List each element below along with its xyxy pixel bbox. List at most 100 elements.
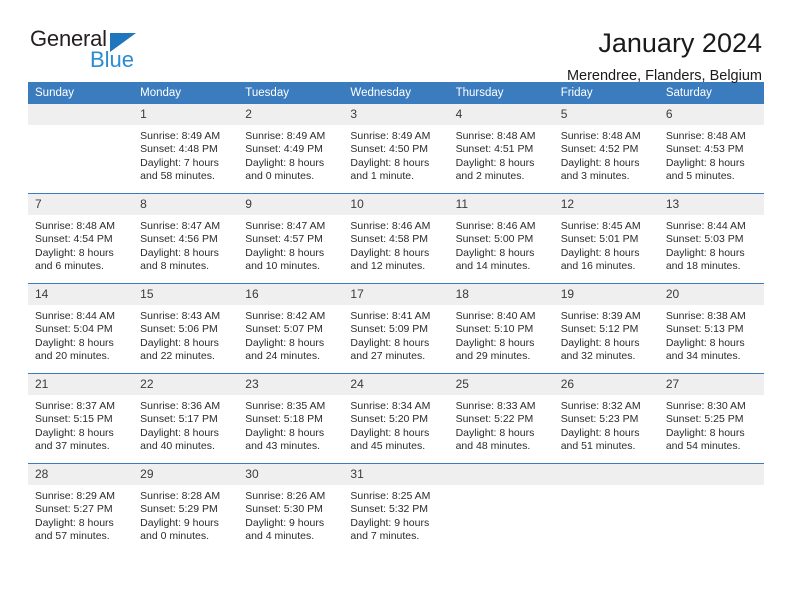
day-number: 7 [28,194,134,215]
day-number: 12 [553,194,659,215]
day-detail-line: Sunrise: 8:44 AM [665,220,746,232]
day-cell[interactable]: 14 Sunrise: 8:44 AM Sunset: 5:04 PM Dayligh… [28,283,134,374]
day-detail-line: and 40 minutes. [140,440,215,453]
day-detail-line: Sunset: 5:30 PM [245,503,323,516]
day-cell[interactable]: 12 Sunrise: 8:45 AM Sunset: 5:01 PM Dayligh… [553,193,659,284]
day-detail-line: Daylight: 8 hours [140,246,219,259]
day-detail-line: Sunrise: 8:28 AM [140,490,221,502]
weekday-header-wednesday: Wednesday [343,82,449,104]
day-detail-line: Sunrise: 8:30 AM [665,400,746,412]
day-cell[interactable]: 16 Sunrise: 8:42 AM Sunset: 5:07 PM Dayligh… [238,283,344,374]
day-detail-line: Sunrise: 8:37 AM [35,400,115,412]
day-details: Sunrise: 8:48 AM Sunset: 4:51 PM Daylight:… [449,125,554,184]
day-cell[interactable]: 15 Sunrise: 8:43 AM Sunset: 5:06 PM Dayligh… [133,283,239,374]
day-details: Sunrise: 8:47 AM Sunset: 4:57 PM Daylight:… [238,215,343,274]
day-detail-line: Sunset: 4:52 PM [560,143,639,156]
day-cell-empty [28,104,134,194]
day-number: 22 [133,374,239,395]
day-number: 17 [343,284,449,305]
day-cell[interactable]: 19 Sunrise: 8:39 AM Sunset: 5:12 PM Dayligh… [553,283,659,374]
day-cell[interactable]: 30 Sunrise: 8:26 AM Sunset: 5:30 PM Dayligh… [238,463,344,553]
day-detail-line: Sunset: 5:25 PM [665,413,744,426]
day-cell[interactable]: 26 Sunrise: 8:32 AM Sunset: 5:23 PM Dayligh… [553,373,659,464]
day-detail-line: Daylight: 8 hours [350,426,430,439]
day-detail-line: Daylight: 8 hours [560,336,640,349]
day-detail-line: Sunset: 4:56 PM [140,233,218,246]
day-detail-line: Sunset: 5:27 PM [35,503,113,516]
day-cell[interactable]: 9 Sunrise: 8:47 AM Sunset: 4:57 PM Daylight… [238,193,344,284]
day-cell[interactable]: 25 Sunrise: 8:33 AM Sunset: 5:22 PM Dayligh… [448,373,554,464]
day-detail-line: Sunset: 5:32 PM [350,503,429,516]
day-number: 28 [28,464,134,485]
day-cell-empty [658,463,764,553]
day-cell[interactable]: 4 Sunrise: 8:48 AM Sunset: 4:51 PM Daylight… [448,104,554,194]
day-cell[interactable]: 18 Sunrise: 8:40 AM Sunset: 5:10 PM Dayligh… [448,283,554,374]
day-detail-line: Sunrise: 8:48 AM [665,130,746,142]
day-number: 10 [343,194,449,215]
day-cell[interactable]: 8 Sunrise: 8:47 AM Sunset: 4:56 PM Daylight… [133,193,239,284]
day-details: Sunrise: 8:26 AM Sunset: 5:30 PM Daylight:… [238,485,343,544]
day-cell[interactable]: 13 Sunrise: 8:44 AM Sunset: 5:03 PM Dayligh… [658,193,764,284]
day-cell[interactable]: 3 Sunrise: 8:49 AM Sunset: 4:50 PM Daylight… [343,104,449,194]
weekday-header-monday: Monday [133,82,239,104]
day-cell[interactable]: 28 Sunrise: 8:29 AM Sunset: 5:27 PM Dayligh… [28,463,134,553]
day-cell[interactable]: 10 Sunrise: 8:46 AM Sunset: 4:58 PM Dayligh… [343,193,449,284]
day-details: Sunrise: 8:37 AM Sunset: 5:15 PM Daylight:… [28,395,133,454]
day-detail-line: and 0 minutes. [140,530,210,543]
day-detail-line: Sunset: 5:09 PM [350,323,429,336]
day-detail-line: Sunrise: 8:42 AM [245,310,326,322]
day-detail-line: Sunrise: 8:35 AM [245,400,326,412]
day-detail-line: and 29 minutes. [455,350,531,363]
day-detail-line: Daylight: 8 hours [560,156,640,169]
day-detail-line: Daylight: 8 hours [350,336,430,349]
day-detail-line: Sunrise: 8:36 AM [140,400,221,412]
day-detail-line: and 43 minutes. [245,440,320,453]
day-cell[interactable]: 22 Sunrise: 8:36 AM Sunset: 5:17 PM Dayligh… [133,373,239,464]
day-number: 9 [238,194,344,215]
day-cell[interactable]: 31 Sunrise: 8:25 AM Sunset: 5:32 PM Dayligh… [343,463,449,553]
day-number: 14 [28,284,134,305]
day-cell[interactable]: 29 Sunrise: 8:28 AM Sunset: 5:29 PM Dayligh… [133,463,239,553]
day-cell[interactable]: 7 Sunrise: 8:48 AM Sunset: 4:54 PM Daylight… [28,193,134,284]
day-cell[interactable]: 24 Sunrise: 8:34 AM Sunset: 5:20 PM Dayligh… [343,373,449,464]
day-detail-line: Sunset: 5:01 PM [560,233,639,246]
day-detail-line: Sunset: 4:51 PM [455,143,534,156]
day-cell[interactable]: 1 Sunrise: 8:49 AM Sunset: 4:48 PM Daylight… [133,104,239,194]
day-detail-line: Sunrise: 8:49 AM [350,130,431,142]
day-details: Sunrise: 8:41 AM Sunset: 5:09 PM Daylight:… [343,305,448,364]
day-detail-line: Sunset: 4:58 PM [350,233,429,246]
day-number: 4 [448,104,554,125]
day-cell[interactable]: 27 Sunrise: 8:30 AM Sunset: 5:25 PM Dayligh… [658,373,764,464]
day-cell[interactable]: 17 Sunrise: 8:41 AM Sunset: 5:09 PM Dayligh… [343,283,449,374]
day-detail-line: Daylight: 8 hours [245,246,325,259]
day-detail-line: and 8 minutes. [140,260,210,273]
day-number: 3 [343,104,449,125]
day-number: 1 [133,104,239,125]
page-title: January 2024 [598,28,762,58]
day-detail-line: and 0 minutes. [245,170,315,183]
page-header: General Blue January 2024 Merendree, Fla… [28,0,764,84]
day-details: Sunrise: 8:49 AM Sunset: 4:49 PM Daylight:… [238,125,343,184]
day-cell[interactable]: 23 Sunrise: 8:35 AM Sunset: 5:18 PM Dayligh… [238,373,344,464]
day-detail-line: Daylight: 9 hours [245,516,325,529]
day-number [658,464,764,485]
day-details: Sunrise: 8:40 AM Sunset: 5:10 PM Daylight:… [449,305,554,364]
day-number [553,464,659,485]
calendar-week-row: 7 Sunrise: 8:48 AM Sunset: 4:54 PM Daylight… [28,193,764,284]
day-detail-line: Daylight: 8 hours [140,336,219,349]
sunrise-sunset-calendar: Sunday Monday Tuesday Wednesday Thursday Frid… [28,82,764,553]
day-cell[interactable]: 20 Sunrise: 8:38 AM Sunset: 5:13 PM Dayligh… [658,283,764,374]
day-detail-line: and 7 minutes. [350,530,420,543]
day-detail-line: Sunset: 4:57 PM [245,233,323,246]
day-details: Sunrise: 8:30 AM Sunset: 5:25 PM Daylight:… [659,395,764,454]
day-cell[interactable]: 11 Sunrise: 8:46 AM Sunset: 5:00 PM Dayligh… [448,193,554,284]
day-number: 26 [553,374,659,395]
day-detail-line: Daylight: 8 hours [140,426,219,439]
day-number: 15 [133,284,239,305]
day-number [448,464,554,485]
day-cell[interactable]: 5 Sunrise: 8:48 AM Sunset: 4:52 PM Daylight… [553,104,659,194]
day-detail-line: Daylight: 8 hours [35,516,114,529]
day-cell[interactable]: 2 Sunrise: 8:49 AM Sunset: 4:49 PM Daylight… [238,104,344,194]
day-cell[interactable]: 6 Sunrise: 8:48 AM Sunset: 4:53 PM Daylight… [658,104,764,194]
day-cell[interactable]: 21 Sunrise: 8:37 AM Sunset: 5:15 PM Dayligh… [28,373,134,464]
